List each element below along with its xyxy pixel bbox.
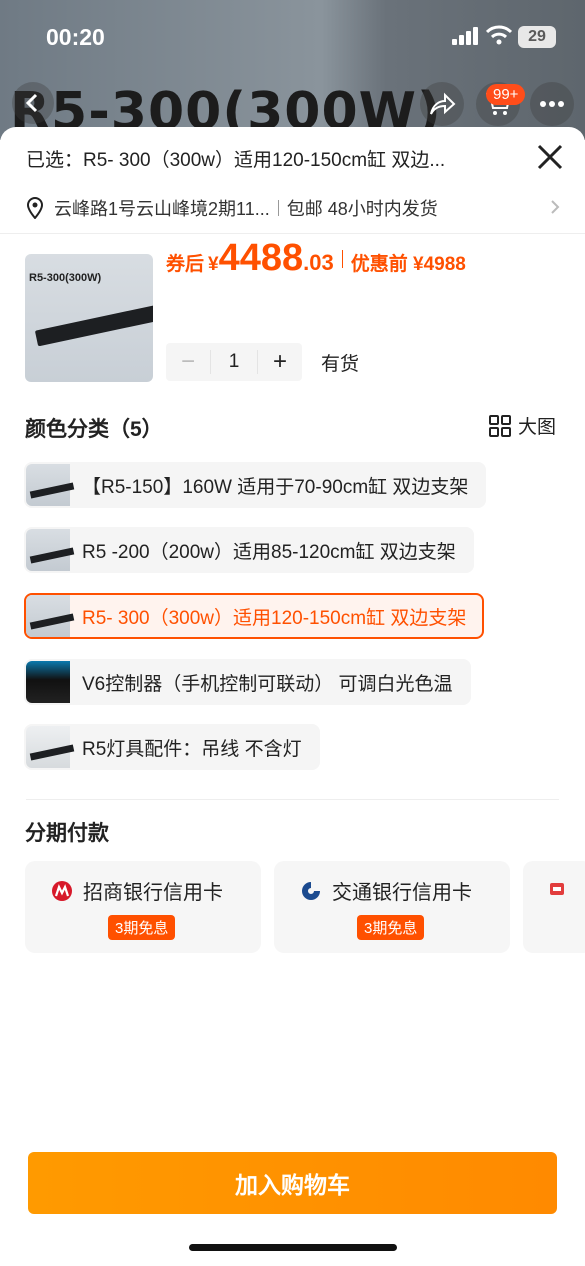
sku-option-label: R5灯具配件：吊线 不含灯 [82, 738, 302, 760]
sku-sheet: 已选：R5- 300（300w）适用120-150cm缸 双边... 云峰路1号… [0, 127, 585, 1266]
divider [26, 799, 559, 800]
sku-option[interactable]: 【R5-150】160W 适用于70-90cm缸 双边支架 [24, 462, 487, 508]
sku-thumbnail [26, 726, 75, 768]
sku-thumbnail [26, 464, 75, 506]
stock-status: 有货 [321, 354, 360, 375]
product-image-title: R5-300(300W) [29, 272, 102, 284]
shipping-text: 包邮 48小时内发货 [286, 199, 438, 219]
sku-option-label: R5 -200（200w）适用85-120cm缸 双边支架 [82, 541, 456, 563]
installment-card[interactable]: 交通银行信用卡 3期免息 [274, 861, 510, 953]
sku-option-label: V6控制器（手机控制可联动） 可调白光色温 [82, 673, 453, 695]
battery-icon: 29 [518, 26, 556, 48]
wifi-icon [486, 25, 512, 45]
price-currency: ¥ [208, 254, 219, 275]
status-time: 00:20 [46, 24, 105, 50]
sku-option[interactable]: R5 -200（200w）适用85-120cm缸 双边支架 [24, 527, 474, 573]
address-text: 云峰路1号云山峰境2期11... [54, 199, 270, 219]
quantity-stepper: − 1 + [166, 343, 302, 381]
address-row[interactable]: 云峰路1号云山峰境2期11... 包邮 48小时内发货 [26, 193, 560, 223]
sku-option-selected[interactable]: R5- 300（300w）适用120-150cm缸 双边支架 [24, 593, 485, 639]
divider [0, 233, 585, 234]
share-icon [430, 92, 456, 115]
sku-option-label: 【R5-150】160W 适用于70-90cm缸 双边支架 [82, 476, 469, 498]
close-icon[interactable] [536, 143, 564, 171]
big-view-toggle[interactable]: 大图 [489, 412, 556, 439]
interest-free-tag: 3期免息 [357, 915, 425, 940]
location-pin-icon [26, 197, 44, 219]
product-image[interactable]: R5-300(300W) [25, 254, 153, 382]
price-before: 优惠前 ¥4988 [350, 254, 466, 275]
interest-free-tag: 3期免息 [108, 915, 176, 940]
price-decimal: .03 [303, 250, 334, 275]
add-to-cart-button[interactable]: 加入购物车 [28, 1152, 557, 1214]
more-icon [540, 101, 564, 107]
sku-option[interactable]: R5灯具配件：吊线 不含灯 [24, 724, 320, 770]
price-line: 券后 ¥ 4488 .03 优惠前 ¥4988 [166, 237, 466, 280]
big-view-label: 大图 [518, 417, 557, 438]
price-integer: 4488 [218, 237, 304, 279]
quantity-value[interactable]: 1 [210, 350, 258, 374]
price-divider [341, 249, 343, 268]
color-section-title: 颜色分类（5） [25, 418, 163, 441]
sku-thumbnail [26, 595, 75, 637]
more-button[interactable] [530, 82, 574, 126]
bank-name: 交通银行信用卡 [332, 882, 472, 904]
sku-thumbnail [26, 529, 75, 571]
sku-option-label: R5- 300（300w）适用120-150cm缸 双边支架 [82, 607, 467, 629]
decrease-button[interactable]: − [166, 348, 210, 376]
selected-summary: 已选：R5- 300（300w）适用120-150cm缸 双边... [26, 150, 446, 171]
signal-icon [452, 27, 478, 45]
sku-thumbnail [26, 661, 70, 703]
installment-card-partial[interactable] [523, 861, 585, 953]
grid-icon [489, 414, 511, 437]
home-indicator [189, 1244, 397, 1251]
increase-button[interactable]: + [258, 348, 302, 376]
bank-name-row: 交通银行信用卡 [300, 876, 472, 905]
status-bar: 00:20 29 [0, 0, 585, 76]
bank-logo-icon [550, 883, 564, 895]
share-button[interactable] [420, 82, 464, 126]
bank-name: 招商银行信用卡 [83, 882, 223, 904]
back-arrow-icon [25, 93, 38, 113]
product-image-lamp [34, 301, 153, 347]
cmb-bank-logo-icon [52, 880, 72, 901]
back-button[interactable] [12, 82, 54, 124]
bank-name-row: 招商银行信用卡 [51, 876, 223, 905]
installment-card[interactable]: 招商银行信用卡 3期免息 [25, 861, 261, 953]
price-label: 券后 [166, 254, 205, 275]
installment-section-title: 分期付款 [25, 822, 109, 845]
cart-count-badge: 99+ [486, 84, 526, 105]
sku-option[interactable]: V6控制器（手机控制可联动） 可调白光色温 [24, 659, 471, 705]
bocom-bank-logo-icon [302, 881, 320, 900]
chevron-right-icon [551, 200, 560, 214]
address-divider [277, 200, 279, 216]
